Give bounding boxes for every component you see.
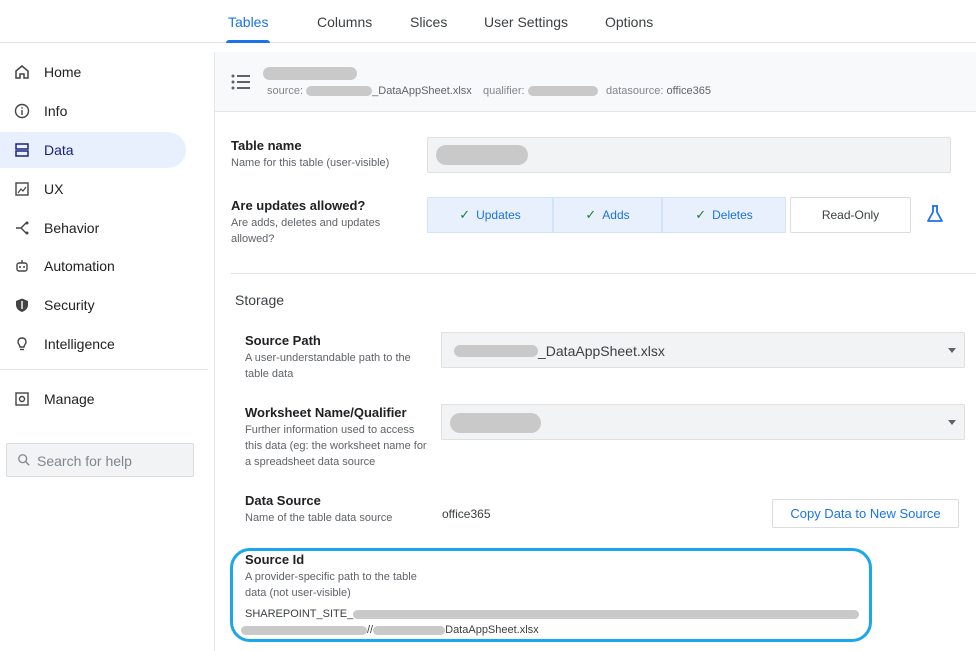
list-icon[interactable] <box>231 74 251 90</box>
source-id-highlight <box>230 548 872 642</box>
help-search-input[interactable]: Search for help <box>6 443 194 477</box>
security-icon <box>16 298 28 312</box>
table-header: source: _DataAppSheet.xlsx qualifier: da… <box>215 52 976 112</box>
read-only-toggle[interactable]: Read-Only <box>790 197 911 233</box>
sidebar-item-label: Intelligence <box>44 336 115 352</box>
worksheet-title: Worksheet Name/Qualifier <box>245 405 407 420</box>
tab-user-settings[interactable]: User Settings <box>484 14 568 43</box>
lightbulb-icon <box>17 337 27 351</box>
top-tab-bar: Tables Columns Slices User Settings Opti… <box>0 0 976 43</box>
sidebar-item-data[interactable]: Data <box>0 132 186 168</box>
home-icon <box>15 65 29 79</box>
table-name-input[interactable] <box>427 137 951 173</box>
sidebar-item-label: Behavior <box>44 220 100 236</box>
behavior-icon <box>16 221 29 235</box>
dropdown-arrow-icon <box>948 348 956 353</box>
deletes-toggle[interactable]: ✓ Deletes <box>662 197 786 233</box>
automation-icon <box>16 260 28 272</box>
sidebar-item-label: Home <box>44 64 82 80</box>
info-icon <box>14 103 30 119</box>
section-divider <box>231 273 976 274</box>
worksheet-desc: Further information used to access this … <box>245 424 427 468</box>
sidebar-item-info[interactable]: Info <box>0 93 186 129</box>
sidebar-item-home[interactable]: Home <box>0 54 186 90</box>
sidebar-divider <box>0 369 208 370</box>
tab-slices[interactable]: Slices <box>410 14 447 43</box>
data-source-desc: Name of the table data source <box>245 512 393 524</box>
datasource-meta: datasource: office365 <box>606 85 711 97</box>
worksheet-select[interactable] <box>441 404 965 440</box>
source-path-select[interactable]: _DataAppSheet.xlsx <box>441 332 965 368</box>
flask-icon[interactable] <box>925 204 945 224</box>
source-meta: source: _DataAppSheet.xlsx <box>267 85 472 97</box>
search-icon <box>18 454 30 466</box>
tab-options[interactable]: Options <box>605 14 653 43</box>
data-source-value: office365 <box>442 507 491 521</box>
sidebar-item-label: UX <box>44 181 64 197</box>
source-path-desc: A user-understandable path to the table … <box>245 352 411 380</box>
table-name-title: Table name <box>231 138 302 153</box>
sidebar-item-ux[interactable]: UX <box>0 171 186 207</box>
tab-columns[interactable]: Columns <box>317 14 372 43</box>
search-placeholder: Search for help <box>37 453 132 469</box>
data-icon <box>15 143 29 157</box>
updates-desc: Are adds, deletes and updates allowed? <box>231 217 381 245</box>
updates-toggle[interactable]: ✓ Updates <box>427 197 553 233</box>
copy-data-button[interactable]: Copy Data to New Source <box>772 499 959 528</box>
table-name-desc: Name for this table (user-visible) <box>231 157 390 169</box>
redacted-worksheet-value <box>450 413 541 433</box>
manage-icon <box>15 392 29 406</box>
updates-title: Are updates allowed? <box>231 198 366 213</box>
check-icon: ✓ <box>459 207 471 222</box>
check-icon: ✓ <box>585 207 597 222</box>
check-icon: ✓ <box>695 207 707 222</box>
source-path-value: _DataAppSheet.xlsx <box>538 343 665 359</box>
sidebar-item-automation[interactable]: Automation <box>0 248 186 284</box>
sidebar-item-intelligence[interactable]: Intelligence <box>0 326 186 362</box>
qualifier-meta: qualifier: <box>483 85 598 97</box>
tab-tables[interactable]: Tables <box>225 14 271 43</box>
sidebar-item-label: Security <box>44 297 95 313</box>
source-path-title: Source Path <box>245 333 321 348</box>
redacted-path-prefix <box>454 345 538 357</box>
adds-toggle[interactable]: ✓ Adds <box>553 197 662 233</box>
redacted-table-name <box>263 67 357 80</box>
sidebar-item-behavior[interactable]: Behavior <box>0 210 186 246</box>
sidebar-item-label: Automation <box>44 258 115 274</box>
ux-icon <box>15 182 29 196</box>
dropdown-arrow-icon <box>948 420 956 425</box>
redacted-table-name-value <box>436 145 528 165</box>
storage-section-title: Storage <box>235 292 285 308</box>
sidebar: Home Info Data UX Behavior Automation Se… <box>0 43 212 651</box>
sidebar-item-manage[interactable]: Manage <box>0 381 186 417</box>
sidebar-item-security[interactable]: Security <box>0 287 186 323</box>
sidebar-item-label: Manage <box>44 391 95 407</box>
sidebar-item-label: Data <box>44 142 74 158</box>
sidebar-item-label: Info <box>44 103 68 119</box>
data-source-title: Data Source <box>245 493 321 508</box>
